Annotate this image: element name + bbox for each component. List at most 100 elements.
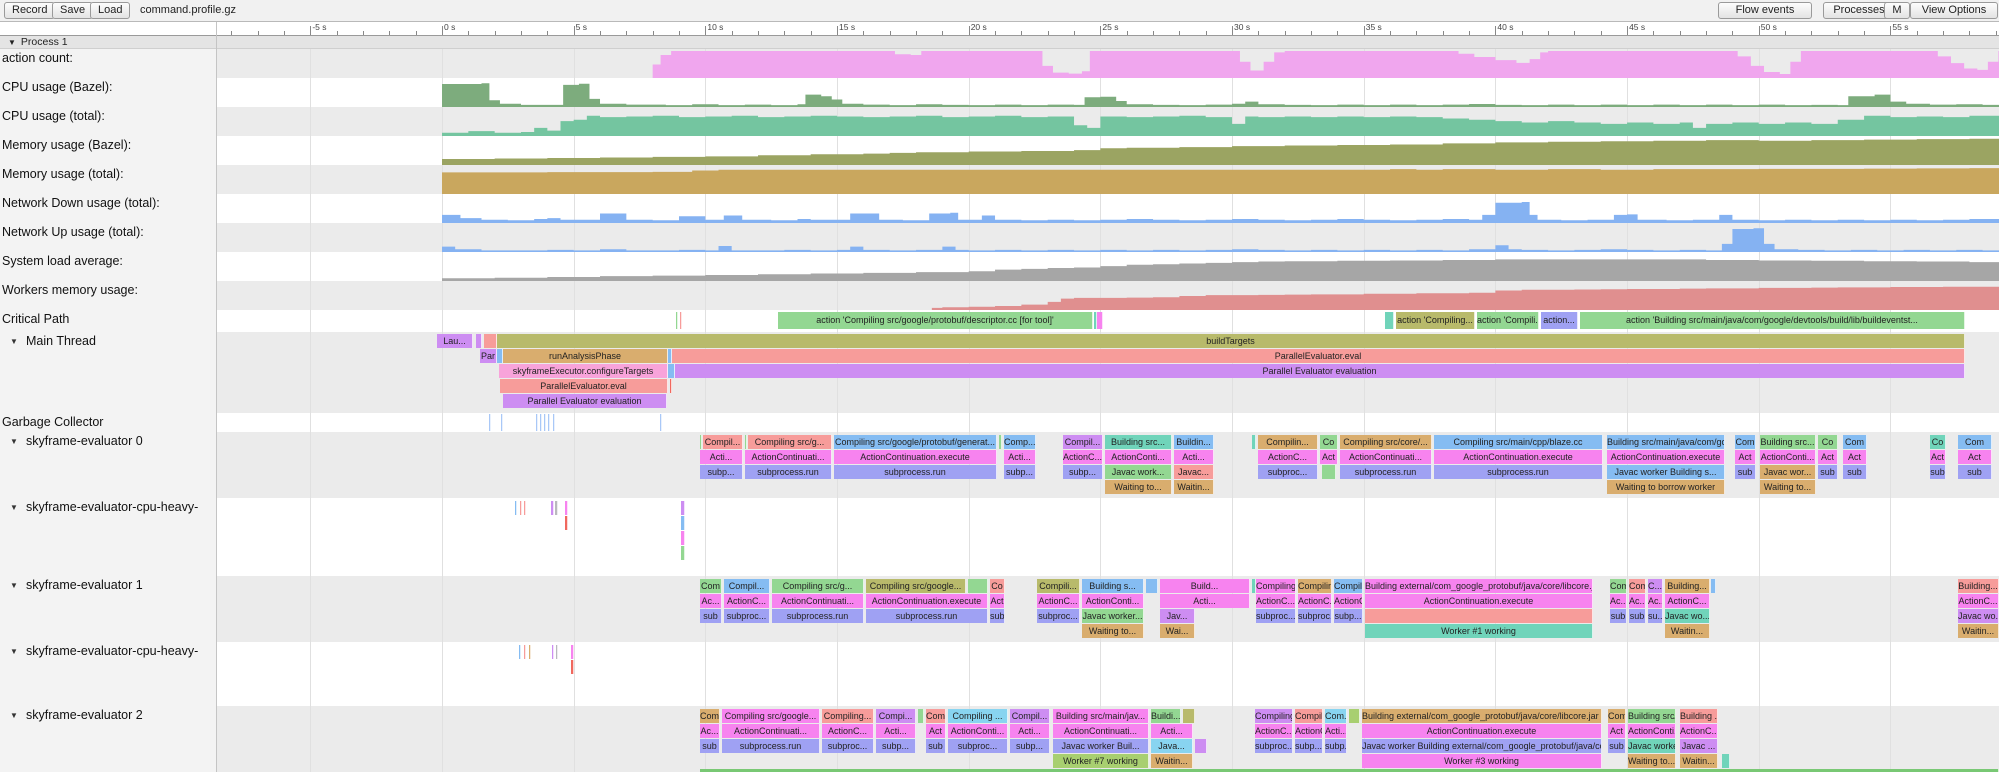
row-label-skyframe-evaluator-0[interactable]: ▼skyframe-evaluator 0 (0, 432, 216, 498)
trace-event-bar[interactable]: Ac... (700, 594, 722, 608)
trace-event-bar[interactable]: Javac work... (1105, 465, 1172, 479)
trace-event-bar[interactable]: sub (1818, 465, 1838, 479)
trace-event-bar[interactable]: ActionC... (1680, 724, 1718, 738)
trace-event-bar[interactable]: Javac wo... (1665, 609, 1710, 623)
trace-event-tick[interactable] (660, 414, 662, 431)
trace-event-tick[interactable] (551, 501, 554, 515)
trace-event-bar[interactable]: Acti... (876, 724, 916, 738)
trace-event-bar[interactable]: ParallelEvaluator.eval (672, 349, 1965, 363)
trace-event-bar[interactable]: sub (1629, 609, 1646, 623)
timeline-ruler[interactable]: -5 s0 s5 s10 s15 s20 s25 s30 s35 s40 s45… (0, 22, 1999, 36)
trace-event-bar[interactable]: Act (1930, 450, 1946, 464)
trace-event-bar[interactable]: Compiling src/core/... (1340, 435, 1432, 449)
trace-event-bar[interactable]: Com (1735, 435, 1756, 449)
trace-event-bar[interactable]: Building src... (1105, 435, 1172, 449)
trace-event-bar[interactable]: ActionContinuation.execute (834, 450, 997, 464)
trace-event-tick[interactable] (536, 414, 538, 431)
trace-event-bar[interactable]: ActionConti... (1082, 594, 1144, 608)
trace-event-tick[interactable] (515, 501, 517, 515)
trace-event-bar[interactable]: Waitin... (1665, 624, 1710, 638)
trace-event-bar[interactable]: ActionContinuation.execute (1365, 594, 1593, 608)
trace-event-tick[interactable] (968, 579, 988, 593)
metadata-button[interactable]: M (1884, 2, 1910, 19)
trace-event-bar[interactable]: Compiling ... (1256, 579, 1296, 593)
trace-event-tick[interactable] (540, 414, 542, 431)
trace-event-bar[interactable]: ActionC... (1256, 594, 1296, 608)
trace-event-tick[interactable] (524, 645, 526, 659)
trace-event-bar[interactable]: Java... (1151, 739, 1193, 753)
trace-event-tick[interactable] (681, 546, 685, 560)
trace-event-bar[interactable]: Acti... (700, 450, 743, 464)
trace-event-bar[interactable]: Par (480, 349, 497, 363)
trace-event-bar[interactable]: Javac... (1174, 465, 1214, 479)
trace-event-bar[interactable]: Act (1843, 450, 1867, 464)
trace-event-bar[interactable]: Jav... (1160, 609, 1195, 623)
trace-event-bar[interactable]: Waitin... (1151, 754, 1193, 768)
trace-event-bar[interactable]: subprocess.run (1434, 465, 1603, 479)
trace-event-bar[interactable]: Act (1735, 450, 1756, 464)
trace-event-tick[interactable] (999, 435, 1002, 449)
flow-events-button[interactable]: Flow events (1718, 2, 1812, 19)
trace-event-bar[interactable]: subprocess.run (1340, 465, 1432, 479)
trace-event-bar[interactable]: Compil... (1334, 579, 1363, 593)
trace-event-bar[interactable]: ActionC... (1063, 450, 1103, 464)
collapse-arrow-icon[interactable]: ▼ (10, 437, 18, 446)
trace-event-tick[interactable] (670, 379, 672, 393)
collapse-arrow-icon[interactable]: ▼ (10, 581, 18, 590)
trace-event-bar[interactable]: ActionC... (1958, 594, 1999, 608)
trace-event-bar[interactable]: subp... (1295, 739, 1323, 753)
trace-event-bar[interactable]: Compil... (1063, 435, 1103, 449)
trace-event-tick[interactable] (1711, 579, 1716, 593)
trace-event-bar[interactable]: Building ... (1680, 709, 1718, 723)
trace-event-bar[interactable]: ActionConti... (948, 724, 1008, 738)
trace-event-bar[interactable]: Compiling src/g... (772, 579, 864, 593)
trace-event-bar[interactable]: subp... (1334, 609, 1363, 623)
trace-event-bar[interactable]: Waiting to borrow worker (1607, 480, 1725, 494)
trace-event-bar[interactable]: ActionC... (1334, 594, 1363, 608)
trace-event-bar[interactable]: Javac worker Building external/com_googl… (1362, 739, 1602, 753)
trace-event-bar[interactable]: Act (1608, 724, 1626, 738)
trace-event-bar[interactable]: Com (1843, 435, 1867, 449)
trace-event-bar[interactable]: Waiting to... (1105, 480, 1172, 494)
trace-event-bar[interactable]: Waitin... (1958, 624, 1999, 638)
trace-event-bar[interactable]: Wai... (1160, 624, 1195, 638)
trace-event-bar[interactable]: Co (1320, 435, 1338, 449)
trace-event-bar[interactable]: subp... (700, 465, 743, 479)
trace-event-bar[interactable]: ActionC... (1665, 594, 1710, 608)
trace-event-bar[interactable]: Ac... (1610, 594, 1627, 608)
trace-event-bar[interactable]: Acti... (1151, 724, 1193, 738)
trace-event-bar[interactable]: Worker #3 working (1362, 754, 1602, 768)
trace-event-tick[interactable] (556, 645, 558, 659)
trace-event-bar[interactable]: subp... (1063, 465, 1103, 479)
trace-event-bar[interactable]: buildTargets (497, 334, 1965, 348)
trace-event-bar[interactable]: Com (926, 709, 946, 723)
trace-event-bar[interactable]: Acti... (1010, 724, 1050, 738)
trace-event-bar[interactable]: action 'Compiling src/google/protobuf/de… (778, 312, 1093, 329)
trace-event-tick[interactable] (1722, 754, 1730, 768)
trace-event-bar[interactable]: Compil... (1295, 709, 1323, 723)
trace-event-tick[interactable] (1195, 739, 1207, 753)
trace-event-tick[interactable] (529, 645, 531, 659)
trace-event-bar[interactable]: ActionContinuation.execute (1607, 450, 1725, 464)
trace-event-tick[interactable] (524, 501, 526, 515)
trace-event-bar[interactable]: ActionConti... (1760, 450, 1816, 464)
trace-event-bar[interactable]: ActionContinuation.execute (1434, 450, 1603, 464)
trace-event-bar[interactable]: ActionC... (724, 594, 770, 608)
trace-event-tick[interactable] (553, 414, 555, 431)
collapse-arrow-icon[interactable]: ▼ (10, 503, 18, 512)
trace-event-tick[interactable] (552, 645, 554, 659)
trace-event-bar[interactable]: subprocess.run (745, 465, 832, 479)
trace-event-bar[interactable]: subproc... (1258, 465, 1318, 479)
trace-event-bar[interactable]: Com... (1325, 709, 1347, 723)
trace-event-bar[interactable]: Build... (1160, 579, 1250, 593)
trace-event-bar[interactable]: Buildin... (1174, 435, 1214, 449)
row-label-garbage-collector[interactable]: Garbage Collector (0, 413, 216, 432)
trace-event-bar[interactable]: Javac wo... (1958, 609, 1999, 623)
counter-chart-workers-memory-usage[interactable] (217, 281, 1999, 310)
trace-event-bar[interactable]: Com (1958, 435, 1992, 449)
collapse-arrow-icon[interactable]: ▼ (10, 337, 18, 346)
trace-event-bar[interactable]: C... (1648, 579, 1663, 593)
trace-event-bar[interactable]: Compi... (876, 709, 916, 723)
trace-event-bar[interactable]: Compiling src/google... (722, 709, 820, 723)
trace-event-bar[interactable]: Javac worker... (1628, 739, 1676, 753)
